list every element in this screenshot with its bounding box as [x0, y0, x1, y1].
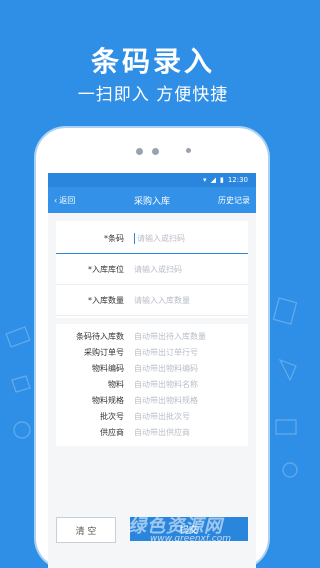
info-value: 自动带出批次号 [134, 411, 190, 421]
quantity-label: *入库数量 [88, 295, 124, 305]
back-label: 返回 [59, 195, 76, 205]
nav-bar: ‹ 返回 采购入库 历史记录 [48, 187, 256, 213]
info-label: 采购订单号 [84, 347, 124, 357]
list-item: 物料规格 自动带出物料规格 [56, 392, 248, 408]
list-item: 供应商 自动带出供应商 [56, 424, 248, 440]
chevron-left-icon: ‹ [54, 195, 58, 205]
info-value: 自动带出订单行号 [134, 347, 198, 357]
list-item: 条码待入库数 自动带出待入库数量 [56, 328, 248, 344]
promo-headline: 条码录入 [90, 45, 215, 78]
list-item: 物料编码 自动带出物料编码 [56, 360, 248, 376]
info-value: 自动带出物料编码 [134, 363, 198, 373]
info-value: 自动带出物料规格 [134, 395, 198, 405]
info-value: 自动带出待入库数量 [134, 331, 206, 341]
list-item: 批次号 自动带出批次号 [56, 408, 248, 424]
info-label: 物料规格 [92, 395, 124, 405]
status-bar: ▾ ◢ ▮ 12:30 [48, 173, 256, 187]
list-item: 物料 自动带出物料名称 [56, 376, 248, 392]
info-list: 条码待入库数 自动带出待入库数量 采购订单号 自动带出订单行号 物料编码 自动带… [56, 324, 248, 446]
clear-button[interactable]: 清 空 [56, 517, 116, 543]
quantity-row: *入库数量 请输入入库数量 [56, 285, 248, 316]
history-button[interactable]: 历史记录 [218, 195, 250, 206]
entry-form: *条码 请输入或扫码 *入库库位 请输入或扫码 *入库数量 请输入入库数量 [56, 221, 248, 318]
battery-icon: ▮ [219, 176, 224, 184]
status-time: 12:30 [227, 176, 248, 184]
info-label: 物料 [108, 379, 124, 389]
info-label: 条码待入库数 [76, 331, 124, 341]
promo-subline: 一扫即入 方便快捷 [77, 85, 229, 105]
barcode-input[interactable]: 请输入或扫码 [134, 232, 185, 244]
phone-mockup: ▾ ◢ ▮ 12:30 ‹ 返回 采购入库 历史记录 *条码 请输入或扫码 *入… [36, 128, 268, 568]
list-item: 采购订单号 自动带出订单行号 [56, 344, 248, 360]
location-input[interactable]: 请输入或扫码 [134, 264, 182, 275]
info-value: 自动带出供应商 [134, 427, 190, 437]
camera-dot-icon [186, 148, 191, 153]
wifi-icon: ▾ [203, 176, 207, 184]
phone-top-bezel [36, 146, 268, 166]
app-screen: ▾ ◢ ▮ 12:30 ‹ 返回 采购入库 历史记录 *条码 请输入或扫码 *入… [48, 173, 256, 568]
info-label: 供应商 [100, 427, 124, 437]
barcode-row: *条码 请输入或扫码 [56, 223, 248, 254]
quantity-input[interactable]: 请输入入库数量 [134, 295, 190, 306]
watermark-url: www.greenxf.com [150, 534, 231, 544]
location-label: *入库库位 [88, 264, 124, 274]
back-button[interactable]: ‹ 返回 [54, 195, 75, 206]
info-value: 自动带出物料名称 [134, 379, 198, 389]
signal-icon: ◢ [210, 176, 216, 184]
speaker-dot-icon [152, 148, 159, 155]
barcode-label: *条码 [104, 233, 124, 243]
speaker-dot-icon [136, 148, 143, 155]
info-label: 物料编码 [92, 363, 124, 373]
info-label: 批次号 [100, 411, 124, 421]
location-row: *入库库位 请输入或扫码 [56, 254, 248, 285]
